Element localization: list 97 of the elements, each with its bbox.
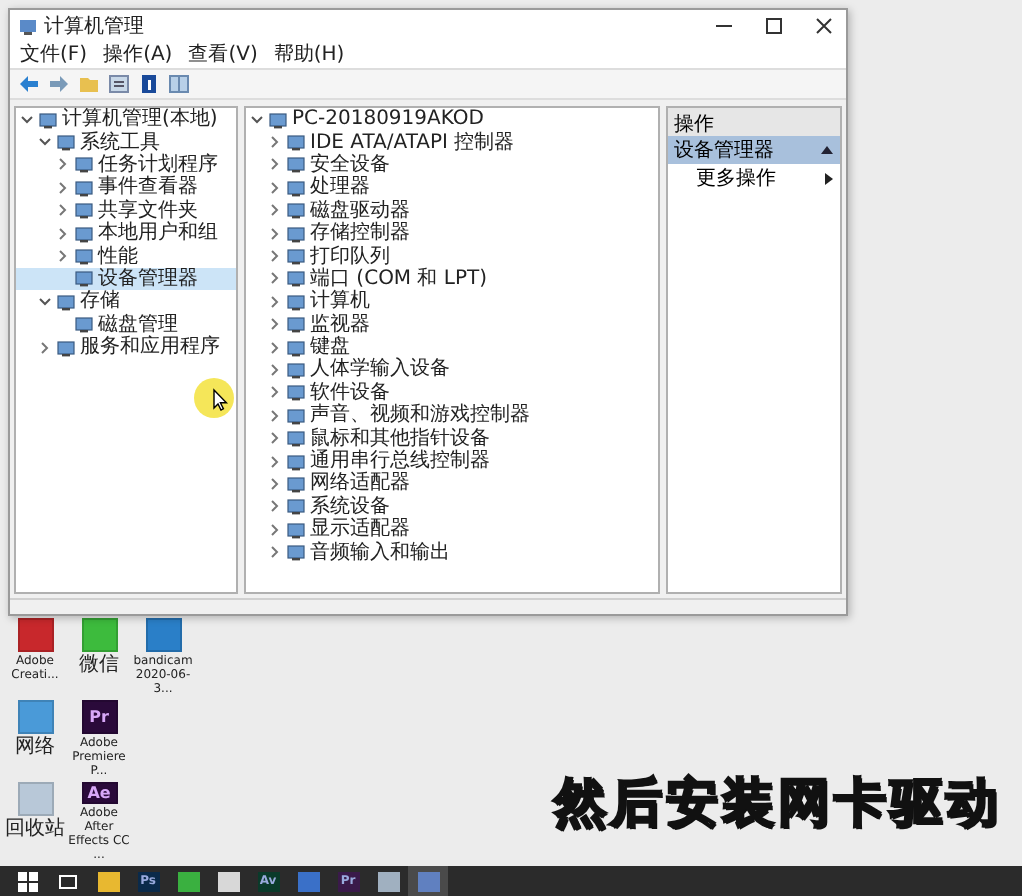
help-book-icon[interactable] [138,74,160,94]
tree-item[interactable]: 端口 (COM 和 LPT) [246,267,658,291]
menu-item[interactable]: 帮助(H) [273,40,345,68]
tree-item[interactable]: IDE ATA/ATAPI 控制器 [246,130,658,154]
app-icon[interactable] [81,618,117,652]
taskbar-app-icon[interactable] [97,871,119,891]
device-icon [74,200,94,221]
device-icon [286,337,306,358]
device-icon [56,132,76,153]
icon-label: 微信 [77,654,121,676]
device-icon [74,268,94,289]
device-icon [286,451,306,472]
taskbar-app-icon[interactable] [177,871,199,891]
tree-item[interactable]: 计算机 [246,290,658,314]
app-icon[interactable] [145,618,181,652]
device-icon [286,314,306,335]
device-icon [268,109,288,130]
app-icon[interactable]: Ae [81,782,117,804]
device-icon [38,109,58,130]
device-icon [286,382,306,403]
app-icon[interactable] [17,618,53,652]
icon-label: 网络 [13,736,57,758]
tree-item[interactable]: 计算机管理(本地) [16,108,236,131]
tree-item[interactable]: 服务和应用程序 [16,335,236,359]
device-icon [56,291,76,312]
properties-icon[interactable] [108,74,130,94]
task-view-icon[interactable] [56,869,80,893]
device-icon [74,246,94,267]
tree-item[interactable]: 系统设备 [246,495,658,519]
device-icon [286,405,306,426]
icon-label: 回收站 [4,818,66,840]
device-icon [286,132,306,153]
tree-item[interactable]: 处理器 [246,176,658,200]
view-pane-icon[interactable] [168,74,190,94]
device-icon [286,542,306,563]
app-icon[interactable]: Pr [81,700,117,734]
menu-item[interactable]: 操作(A) [103,40,173,68]
tree-item[interactable]: 共享文件夹 [16,199,236,222]
collapse-triangle-icon[interactable] [820,144,834,156]
tree-item[interactable]: 存储 [16,290,236,314]
windows-start-icon[interactable] [16,869,40,893]
computer-icon [18,15,38,35]
tree-item[interactable]: 系统工具 [16,130,236,154]
device-icon [286,473,306,494]
tree-item[interactable]: 监视器 [246,313,658,336]
actions-section-header[interactable]: 设备管理器 [668,136,840,164]
device-icon [286,496,306,517]
device-icon [74,154,94,175]
tree-item[interactable]: 打印队列 [246,244,658,268]
forward-arrow-icon[interactable] [48,74,70,94]
tree-item[interactable]: 磁盘驱动器 [246,199,658,222]
taskbar-app-icon[interactable] [377,871,399,891]
back-arrow-icon[interactable] [18,74,40,94]
tree-item[interactable]: 事件查看器 [16,176,236,200]
expanded-chevron-icon[interactable] [38,293,52,310]
device-icon [286,154,306,175]
menu-item[interactable]: 文件(F) [20,40,88,68]
tree-item[interactable]: 软件设备 [246,381,658,405]
device-icon [286,268,306,289]
menu-item[interactable]: 查看(V) [188,40,258,68]
tree-item[interactable]: 声音、视频和游戏控制器 [246,404,658,427]
tree-item[interactable]: 任务计划程序 [16,153,236,177]
tree-item[interactable]: 键盘 [246,335,658,359]
actions-header: 操作 [668,108,840,136]
device-icon [286,359,306,380]
taskbar-app-icon[interactable] [217,871,239,891]
tree-item[interactable]: 设备管理器 [16,267,236,291]
device-icon [286,291,306,312]
tree-item[interactable]: 网络适配器 [246,472,658,496]
device-icon [286,200,306,221]
tree-item[interactable]: 性能 [16,244,236,268]
tree-item[interactable]: 鼠标和其他指针设备 [246,426,658,450]
tree-item[interactable]: 安全设备 [246,153,658,177]
device-icon [74,314,94,335]
submenu-arrow-icon [824,171,834,185]
window-title: 计算机管理 [44,13,144,39]
subtitle-caption: 然后安装网卡驱动 [554,772,1002,838]
device-icon [74,177,94,198]
device-icon [56,337,76,358]
device-icon [286,223,306,244]
collapsed-chevron-icon[interactable] [38,339,52,356]
device-icon [286,246,306,267]
device-icon [286,428,306,449]
tree-item[interactable]: PC-20180919AKOD [246,108,658,131]
tree-item[interactable]: 本地用户和组 [16,221,236,245]
device-icon [286,177,306,198]
tree-item[interactable]: 人体学输入设备 [246,358,658,382]
tree-item[interactable]: 音频输入和输出 [246,540,658,564]
app-icon[interactable] [17,700,53,734]
device-icon [74,223,94,244]
tree-item[interactable]: 通用串行总线控制器 [246,449,658,473]
tree-item[interactable]: 磁盘管理 [16,313,236,336]
expanded-chevron-icon[interactable] [250,111,264,128]
tree-item[interactable]: 显示适配器 [246,518,658,541]
device-icon [286,519,306,540]
tree-item[interactable]: 存储控制器 [246,221,658,245]
action-item[interactable]: 更多操作 [668,164,840,192]
